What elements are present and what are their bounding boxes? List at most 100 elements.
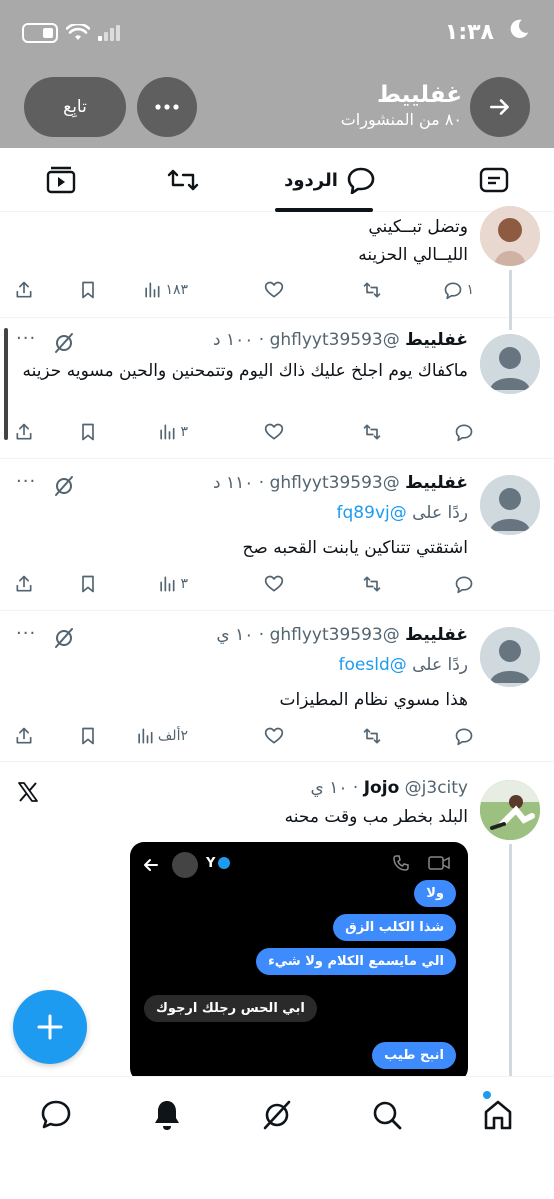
author-handle[interactable]: @ghflyyt39593 [270,330,400,350]
reply-context: ردًا على @foesld [339,655,468,675]
share-icon [16,727,32,744]
views-action[interactable]: ٢ألف [135,724,188,748]
heart-icon [264,727,284,744]
post-item[interactable]: غفلييط @ghflyyt39593 · ١١٠ د ردًا على @f… [0,459,554,611]
reply-action[interactable] [454,420,474,444]
post-menu-icon[interactable]: ··· [16,623,36,644]
tab-reposts[interactable] [160,148,206,212]
view-count: ٢ألف [157,728,188,744]
chat-bubble: الي مايسمع الكلام ولا شيء [256,948,456,975]
nav-search[interactable] [367,1095,407,1135]
like-action[interactable] [264,724,284,748]
repost-action[interactable] [362,724,382,748]
author-name[interactable]: غفلييط [405,330,468,350]
tab-media[interactable] [40,148,82,212]
bookmark-action[interactable] [78,572,98,596]
author-handle[interactable]: @ghflyyt39593 [270,473,400,493]
author-name[interactable]: Jojo [364,778,400,798]
avatar[interactable] [480,780,540,840]
share-action[interactable] [14,724,34,748]
post-menu-icon[interactable]: ··· [16,471,36,492]
tab-replies[interactable]: الردود [270,148,390,212]
reply-action[interactable] [454,724,474,748]
share-icon [16,575,32,592]
nav-messages[interactable] [36,1095,76,1135]
views-icon [145,282,160,298]
avatar[interactable] [480,627,540,687]
tab-posts[interactable] [466,148,522,212]
avatar[interactable] [480,206,540,266]
compose-button[interactable] [13,990,87,1064]
nav-notifications[interactable] [147,1095,187,1135]
post-header: غفلييط @ghflyyt39593 · ١١٠ د [213,473,468,493]
avatar[interactable] [480,334,540,394]
post-item[interactable]: غفلييط @ghflyyt39593 · ١٠٠ د ماكفاك يوم … [0,318,554,459]
bottom-nav [0,1076,554,1199]
profile-name: غفلييط [376,82,462,108]
bookmark-icon [82,727,94,745]
post-header: غفلييط @ghflyyt39593 · ١٠ ي [216,625,468,645]
author-name[interactable]: غفلييط [405,473,468,493]
heart-icon [264,281,284,298]
view-count: ٣ [180,424,188,440]
post-item[interactable]: وتضل تبــكيني الليــالي الحزينه ١ ١٨٣ [0,206,554,330]
arrow-right-icon [490,99,509,115]
views-action[interactable]: ١٨٣ [142,278,188,302]
bookmark-action[interactable] [78,420,98,444]
post-media-image[interactable]: Y ولا شذا الكلب الزق الي مايسمع الكلام و… [130,842,468,1082]
repost-action[interactable] [362,278,382,302]
like-action[interactable] [264,572,284,596]
author-handle[interactable]: @ghflyyt39593 [270,625,400,645]
more-icon [155,104,179,110]
grok-icon[interactable] [52,474,76,498]
grok-icon[interactable] [52,331,76,355]
post-text: هذا مسوي نظام المطيزات [279,690,468,710]
like-action[interactable] [264,420,284,444]
view-count: ٣ [180,576,188,592]
author-handle[interactable]: @j3city [405,778,468,798]
profile-header: ١:٣٨ غفلييط ٨٠ من المنشورات تابِع [0,0,554,148]
nav-home[interactable] [478,1095,518,1135]
avatar[interactable] [480,475,540,535]
post-menu-icon[interactable]: ··· [16,328,36,349]
battery-icon [22,23,58,43]
bookmark-action[interactable] [78,724,98,748]
post-time: · ١٠ ي [216,625,265,645]
chat-bubble: ابي الحس رجلك ارجوك [144,995,317,1022]
thread-line [509,844,512,1076]
share-action[interactable] [14,572,34,596]
views-action[interactable]: ٣ [157,572,188,596]
back-button[interactable] [470,77,530,137]
tab-replies-label: الردود [284,169,338,191]
reply-mention[interactable]: @fq89vj [337,503,407,523]
plus-icon [37,1014,63,1040]
share-action[interactable] [14,278,34,302]
reply-icon [455,576,473,594]
share-action[interactable] [14,420,34,444]
views-action[interactable]: ٣ [157,420,188,444]
selected-post-indicator [4,328,8,440]
repost-action[interactable] [362,572,382,596]
post-time: · ١١٠ د [212,473,265,493]
post-actions: ١ ١٨٣ [14,278,474,302]
author-name[interactable]: غفلييط [405,625,468,645]
nav-grok[interactable] [257,1095,297,1135]
posts-icon [479,167,509,193]
like-action[interactable] [264,278,284,302]
message-bubble-icon [41,1100,71,1129]
reply-icon [455,728,473,746]
more-button[interactable] [137,77,197,137]
grok-icon[interactable] [52,626,76,650]
repost-action[interactable] [362,420,382,444]
grok-icon [263,1100,291,1130]
reply-mention[interactable]: @foesld [339,655,407,675]
share-icon [16,281,32,298]
repost-icon [363,282,381,298]
bookmark-action[interactable] [78,278,98,302]
follow-button[interactable]: تابِع [24,77,126,137]
views-icon [138,728,153,744]
reply-action[interactable]: ١ [443,278,474,302]
reply-action[interactable] [454,572,474,596]
moon-icon [510,19,529,38]
post-item[interactable]: غفلييط @ghflyyt39593 · ١٠ ي ردًا على @fo… [0,611,554,762]
